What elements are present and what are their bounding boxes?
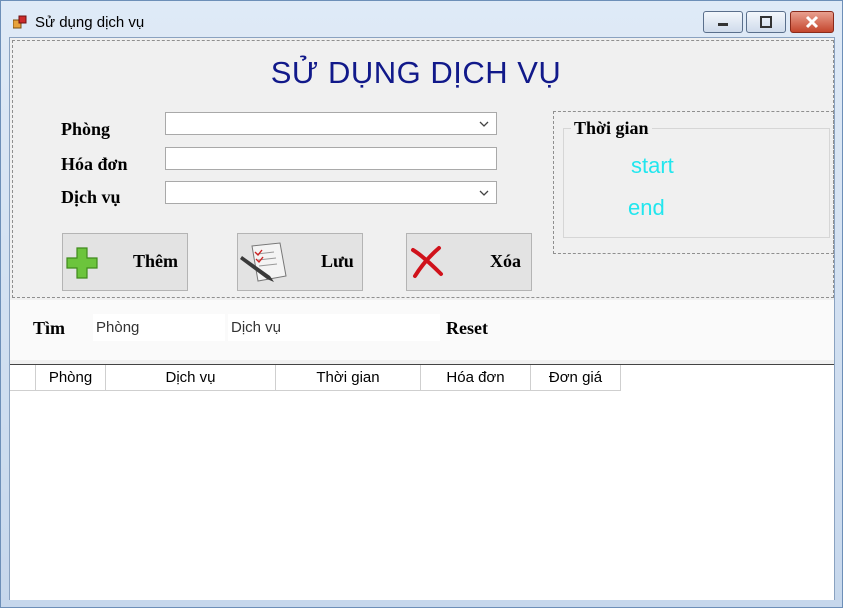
save-button[interactable]: Lưu [237,233,363,291]
time-inner-frame [563,128,830,238]
add-button-label: Thêm [133,251,178,271]
time-group-title: Thời gian [571,118,652,139]
chevron-down-icon[interactable] [476,184,492,201]
delete-button-label: Xóa [490,251,521,271]
app-icon [13,15,27,29]
phong-combobox[interactable] [165,112,497,135]
search-phong-input[interactable]: Phòng [93,314,225,341]
maximize-button[interactable] [746,11,786,33]
client-area: SỬ DỤNG DỊCH VỤ Phòng Hóa đơn Dịch vụ Th… [9,37,835,600]
column-header-dichvu[interactable]: Dịch vụ [106,365,276,390]
search-label: Tìm [33,318,66,338]
input-panel: SỬ DỤNG DỊCH VỤ Phòng Hóa đơn Dịch vụ Th… [12,40,834,298]
search-bar: Tìm Phòng Dịch vụ Reset [10,300,834,360]
chevron-down-icon[interactable] [476,115,492,132]
title-bar[interactable]: Sử dụng dịch vụ [1,1,842,37]
page-title: SỬ DỤNG DỊCH VỤ [270,55,562,90]
close-button[interactable] [790,11,834,33]
time-end: end [628,195,665,220]
dichvu-label: Dịch vụ [61,187,121,207]
app-window: Sử dụng dịch vụ SỬ DỤNG DỊCH VỤ Phòng Hó… [0,0,843,608]
column-header-phong[interactable]: Phòng [36,365,106,390]
time-groupbox: Thời gian start end [553,111,834,254]
hoadon-label: Hóa đơn [61,154,128,174]
reset-button[interactable]: Reset [446,318,488,339]
maximize-icon [747,12,785,32]
minimize-button[interactable] [703,11,743,33]
save-button-label: Lưu [321,251,354,271]
dichvu-combobox[interactable] [165,181,497,204]
add-button[interactable]: Thêm [62,233,188,291]
search-dichvu-input[interactable]: Dịch vụ [228,314,440,341]
minimize-icon [704,12,742,32]
close-icon [791,12,833,32]
phong-label: Phòng [61,119,111,139]
red-x-icon [411,246,443,278]
hoadon-textbox[interactable] [165,147,497,170]
row-header-corner[interactable] [10,365,36,390]
plus-icon [66,247,98,279]
window-title: Sử dụng dịch vụ [35,14,145,31]
column-header-dongia[interactable]: Đơn giá [531,365,621,390]
column-header-thoigian[interactable]: Thời gian [276,365,421,390]
document-pen-icon [240,242,287,282]
grid-header: Phòng Dịch vụ Thời gian Hóa đơn Đơn giá [10,365,621,391]
data-grid[interactable]: Phòng Dịch vụ Thời gian Hóa đơn Đơn giá [10,364,834,600]
column-header-hoadon[interactable]: Hóa đơn [421,365,531,390]
delete-button[interactable]: Xóa [406,233,532,291]
time-start: start [631,153,674,178]
